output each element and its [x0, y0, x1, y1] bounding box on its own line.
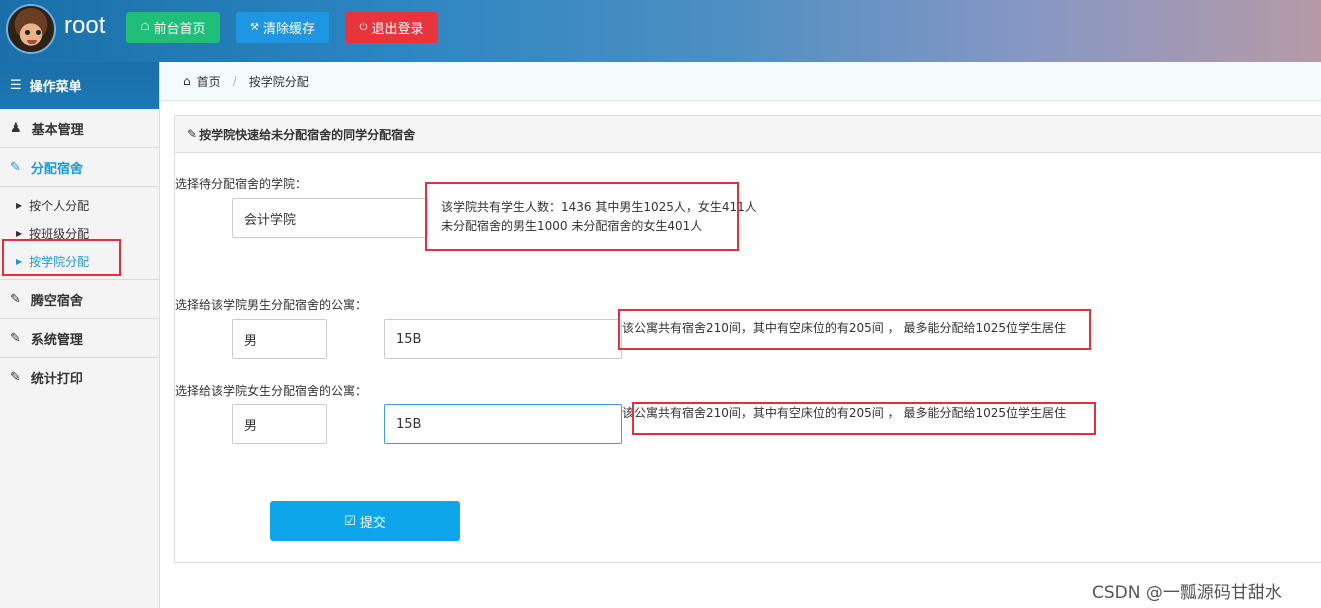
sidebar-item-basic[interactable]: ♟ 基本管理 — [0, 109, 159, 148]
highlight-box-male-info — [618, 309, 1091, 350]
sidebar-item-vacate-label: 腾空宿舍 — [30, 293, 83, 309]
breadcrumb: ⌂ 首页 / 按学院分配 — [161, 62, 1321, 101]
male-apartment-label: 选择给该学院男生分配宿舍的公寓： — [175, 298, 368, 312]
username: root — [64, 12, 106, 39]
panel-title: 按学院快速给未分配宿舍的同学分配宿舍 — [199, 127, 416, 142]
sidebar-subitem-by-person-label: 按个人分配 — [29, 198, 90, 213]
home-button-label: 前台首页 — [153, 22, 206, 37]
sidebar-subitem-by-person[interactable]: ▶ 按个人分配 — [0, 191, 159, 219]
sidebar-item-stats-label: 统计打印 — [30, 372, 83, 387]
caret-right-icon: ▶ — [16, 200, 23, 210]
caret-right-icon: ▶ — [16, 228, 23, 238]
panel-header: ✎ 按学院快速给未分配宿舍的同学分配宿舍 — [175, 116, 1321, 153]
sidebar-title: ☰ 操作菜单 — [0, 62, 159, 109]
female-gender-select[interactable]: 男 — [232, 404, 327, 444]
female-building-select[interactable]: 15B — [384, 404, 622, 444]
user-icon: ♟ — [10, 120, 22, 136]
user-avatar[interactable] — [6, 4, 56, 54]
breadcrumb-current: 按学院分配 — [248, 74, 309, 89]
clear-cache-button[interactable]: ⚒ 清除缓存 — [236, 12, 329, 43]
college-label: 选择待分配宿舍的学院： — [175, 177, 308, 191]
male-building-select[interactable]: 15B — [384, 319, 622, 359]
sidebar-item-allocate-label: 分配宿舍 — [30, 161, 83, 177]
sidebar-item-system-label: 系统管理 — [30, 332, 83, 348]
highlight-box-female-info — [632, 402, 1096, 435]
edit-icon: ✎ — [10, 330, 21, 346]
home-icon: ☖ — [140, 22, 150, 33]
female-apartment-label: 选择给该学院女生分配宿舍的公寓： — [175, 384, 368, 398]
power-icon: ⏻ — [359, 22, 368, 33]
sidebar-item-stats[interactable]: ✎ 统计打印 — [0, 358, 159, 397]
male-gender-select[interactable]: 男 — [232, 319, 327, 359]
breadcrumb-separator: / — [232, 74, 237, 88]
top-header: root ☖ 前台首页 ⚒ 清除缓存 ⏻ 退出登录 — [0, 0, 1321, 62]
home-button[interactable]: ☖ 前台首页 — [126, 12, 220, 43]
edit-icon: ✎ — [187, 127, 198, 141]
breadcrumb-home[interactable]: 首页 — [197, 73, 221, 90]
submit-button-label: 提交 — [359, 515, 386, 531]
sidebar-item-system[interactable]: ✎ 系统管理 — [0, 319, 159, 358]
logout-button-label: 退出登录 — [371, 22, 424, 37]
sidebar-item-vacate[interactable]: ✎ 腾空宿舍 — [0, 280, 159, 319]
watermark: CSDN @一瓢源码甘甜水 — [1092, 583, 1282, 603]
logout-button[interactable]: ⏻ 退出登录 — [345, 12, 438, 43]
check-square-icon: ☑ — [344, 513, 356, 529]
wrench-icon: ⚒ — [250, 22, 259, 33]
edit-icon: ✎ — [10, 159, 21, 175]
home-icon: ⌂ — [183, 74, 191, 88]
edit-icon: ✎ — [10, 370, 21, 385]
highlight-box-sidebar — [2, 239, 121, 276]
sidebar: ☰ 操作菜单 ♟ 基本管理 ✎ 分配宿舍 ▶ 按个人分配 ▶ 按班级分配 ▶ 按… — [0, 62, 160, 608]
clear-cache-button-label: 清除缓存 — [262, 22, 315, 37]
sidebar-item-basic-label: 基本管理 — [31, 122, 84, 138]
college-select[interactable]: 会计学院 — [232, 198, 428, 238]
sidebar-title-label: 操作菜单 — [29, 80, 82, 95]
sidebar-item-allocate[interactable]: ✎ 分配宿舍 — [0, 148, 159, 187]
highlight-box-college-info — [425, 182, 739, 251]
submit-button[interactable]: ☑ 提交 — [270, 501, 460, 541]
list-icon: ☰ — [10, 78, 22, 93]
edit-icon: ✎ — [10, 291, 21, 307]
